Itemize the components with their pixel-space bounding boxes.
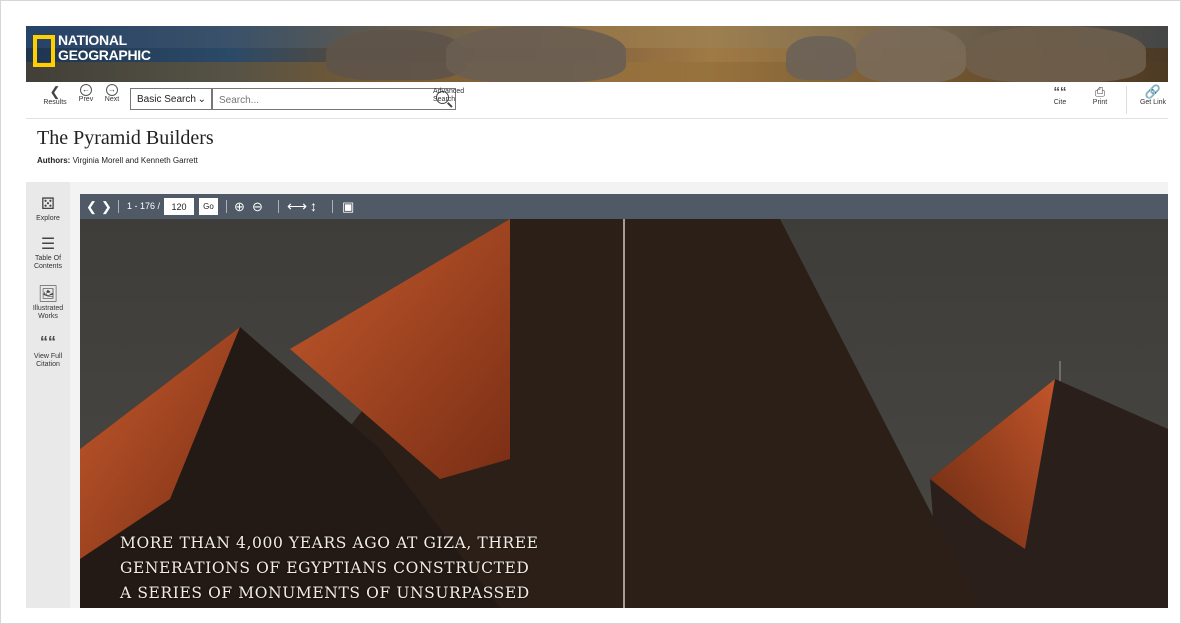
- chevron-down-icon: ⌄: [197, 94, 206, 105]
- natgeo-logo-icon: [33, 35, 55, 67]
- sidebar-item-full-citation[interactable]: ““ View Full Citation: [26, 334, 70, 369]
- advanced-search-link[interactable]: Advanced Search: [433, 88, 464, 104]
- link-icon: 🔗: [1144, 84, 1162, 99]
- sidebar-item-toc[interactable]: ☰ Table Of Contents: [26, 236, 70, 271]
- zoom-out-icon[interactable]: ⊖: [252, 194, 263, 219]
- zoom-in-icon[interactable]: ⊕: [234, 194, 245, 219]
- sidebar-item-explore[interactable]: ⚄ Explore: [26, 196, 70, 223]
- authors-label: Authors:: [37, 156, 71, 165]
- arrow-left-circle-icon: ←: [80, 84, 92, 96]
- prev-button[interactable]: ← Prev: [76, 84, 96, 103]
- toolbar-separator: [332, 200, 333, 213]
- sidebar-item-label: View Full: [33, 353, 63, 360]
- toolbar-divider: [1126, 86, 1127, 114]
- getlink-label: Get Link: [1139, 99, 1167, 106]
- toolbar-separator: [118, 200, 119, 213]
- arrow-right-circle-icon: →: [106, 84, 118, 96]
- left-sidebar: ⚄ Explore ☰ Table Of Contents 🖼 Illustra…: [26, 182, 70, 608]
- authors-value: Virginia Morell and Kenneth Garrett: [72, 156, 198, 165]
- next-button[interactable]: → Next: [102, 84, 122, 103]
- image-icon: 🖼: [37, 286, 59, 303]
- brand-line2: GEOGRAPHIC: [58, 47, 151, 63]
- results-button[interactable]: ❮ Results: [42, 84, 68, 106]
- brand-logo-text: NATIONAL GEOGRAPHIC: [58, 33, 151, 63]
- image-view-icon[interactable]: ▣: [342, 194, 354, 219]
- sidebar-item-label: Illustrated: [32, 305, 64, 312]
- prev-page-button[interactable]: ❮: [86, 194, 97, 219]
- advanced-line2: Search: [433, 96, 456, 103]
- toolbar-separator: [226, 200, 227, 213]
- banner-elephant: [856, 26, 966, 82]
- print-label: Print: [1092, 99, 1108, 106]
- sidebar-item-illustrated-works[interactable]: 🖼 Illustrated Works: [26, 286, 70, 321]
- search-type-value: Basic Search: [137, 94, 196, 105]
- sidebar-item-label: Contents: [33, 263, 63, 270]
- next-page-button[interactable]: ❯: [101, 194, 112, 219]
- sidebar-item-label: Works: [38, 313, 58, 320]
- quote-icon: ““: [1053, 84, 1067, 99]
- header-banner: NATIONAL GEOGRAPHIC: [26, 26, 1168, 82]
- page-image: MORE THAN 4,000 YEARS AGO AT GIZA, THREE…: [80, 219, 1168, 608]
- go-button[interactable]: Go: [199, 198, 218, 215]
- page-title: The Pyramid Builders: [37, 127, 214, 149]
- fit-width-icon[interactable]: ⟷: [287, 194, 307, 219]
- binoculars-icon: ⚄: [41, 196, 55, 213]
- get-link-button[interactable]: 🔗 Get Link: [1138, 84, 1168, 106]
- prev-label: Prev: [78, 96, 94, 103]
- quote-icon: ““: [40, 334, 56, 351]
- fit-height-icon[interactable]: ↕: [310, 194, 317, 219]
- toolbar-separator: [278, 200, 279, 213]
- viewer-toolbar: ❮ ❯ 1 - 176 / Go ⊕ ⊖ ⟷ ↕ ▣: [80, 194, 1168, 219]
- caption-line: A SERIES OF MONUMENTS OF UNSURPASSED: [120, 584, 530, 602]
- chevron-left-icon: ❮: [49, 84, 61, 99]
- cite-label: Cite: [1053, 99, 1067, 106]
- banner-elephant: [966, 26, 1146, 82]
- printer-icon: ⎙: [1094, 84, 1106, 99]
- sidebar-item-label: Table Of: [34, 255, 62, 262]
- caption-line: GENERATIONS OF EGYPTIANS CONSTRUCTED: [120, 559, 530, 577]
- caption-line: MORE THAN 4,000 YEARS AGO AT GIZA, THREE: [120, 534, 539, 552]
- search-box: [212, 88, 456, 110]
- next-label: Next: [104, 96, 120, 103]
- document-header: The Pyramid Builders Authors: Virginia M…: [26, 118, 1168, 183]
- sidebar-item-label: Citation: [36, 361, 60, 368]
- banner-elephant: [326, 30, 466, 80]
- main-toolbar: ❮ Results ← Prev → Next Basic Search ⌄ A…: [26, 82, 1168, 119]
- print-button[interactable]: ⎙ Print: [1088, 84, 1112, 106]
- brand-line1: NATIONAL: [58, 32, 127, 48]
- results-label: Results: [43, 99, 67, 106]
- advanced-line1: Advanced: [433, 88, 465, 95]
- page-range: 1 - 176 /: [127, 201, 161, 211]
- banner-elephant: [446, 26, 626, 82]
- search-type-select[interactable]: Basic Search ⌄: [130, 88, 212, 110]
- page-number-input[interactable]: [164, 198, 194, 215]
- banner-elephant: [786, 36, 856, 80]
- page-caption: MORE THAN 4,000 YEARS AGO AT GIZA, THREE…: [120, 531, 539, 606]
- sidebar-item-label: Explore: [36, 215, 60, 222]
- cite-button[interactable]: ““ Cite: [1048, 84, 1072, 106]
- list-icon: ☰: [40, 236, 56, 253]
- authors-line: Authors: Virginia Morell and Kenneth Gar…: [37, 156, 198, 165]
- search-input[interactable]: [217, 90, 401, 110]
